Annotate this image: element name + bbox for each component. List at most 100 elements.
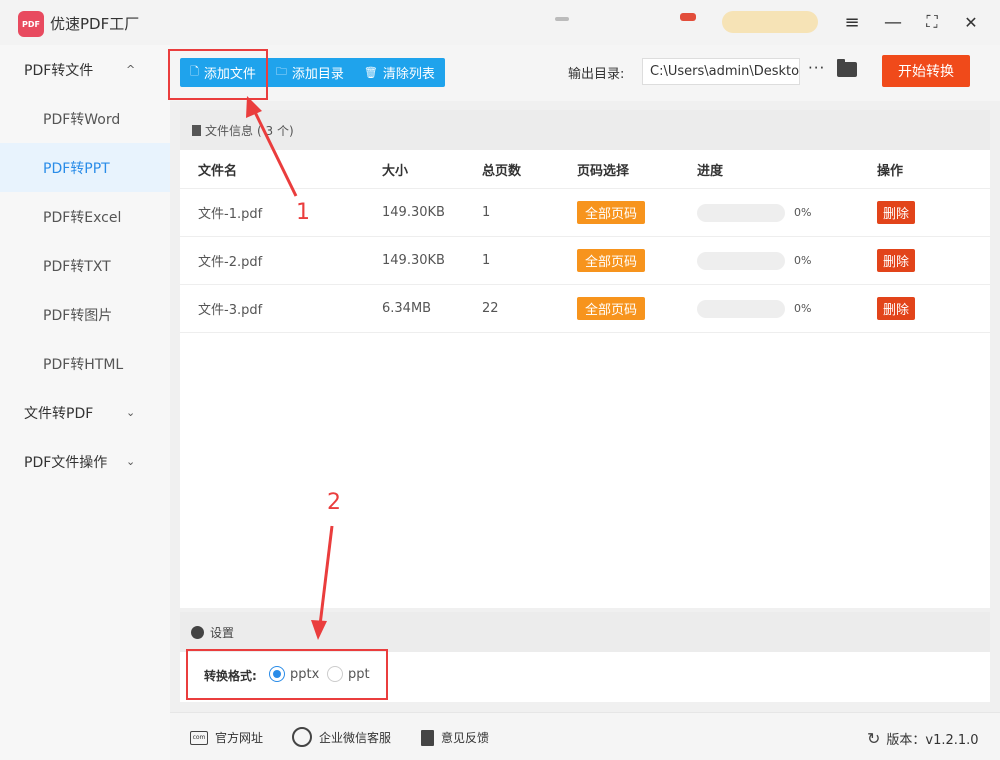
sidebar-group-file-to-pdf[interactable]: 文件转PDF ⌄ [0,388,170,437]
file-pages: 1 [482,205,491,220]
sidebar-item-pdf-to-txt[interactable]: PDF转TXT [0,241,170,290]
feedback-label: 意见反馈 [441,731,490,745]
start-convert-button[interactable]: 开始转换 [882,55,970,87]
file-list-panel: 文件信息 ( 3 个) 文件名 大小 总页数 页码选择 进度 操作 文件-1.p… [180,110,990,608]
sidebar-item-label: PDF转TXT [43,258,111,275]
progress-percent: 0% [794,302,812,315]
sidebar-group-label: 文件转PDF [24,405,94,422]
blurred-badge [680,13,696,21]
title-bar: PDF 优速PDF工厂 ≡ — ⛶ ✕ [0,0,1000,45]
toolbar: 🗋 添加文件 🗀 添加目录 🗑 清除列表 输出目录: C:\Users\admi… [170,45,1000,101]
page-select-button[interactable]: 全部页码 [577,201,646,224]
page-select-button[interactable]: 全部页码 [577,297,646,320]
file-pages: 22 [482,301,499,316]
website-link[interactable]: com 官方网址 [190,729,263,746]
delete-button[interactable]: 删除 [877,297,916,320]
trash-icon: 🗑 [363,66,378,79]
settings-bar: 设置 [180,612,990,652]
file-name: 文件-3.pdf [198,303,263,318]
sidebar-group-pdf-operations[interactable]: PDF文件操作 ⌄ [0,437,170,486]
page-select-button[interactable]: 全部页码 [577,249,646,272]
col-header-name: 文件名 [198,163,238,179]
col-header-page-select: 页码选择 [577,163,630,179]
version-info: ↻ 版本：v1.2.1.0 [867,729,979,748]
sidebar-group-label: PDF转文件 [24,62,94,79]
delete-button[interactable]: 删除 [877,249,916,272]
blurred-user-pill[interactable] [722,11,818,33]
maximize-icon[interactable]: ⛶ [920,10,944,34]
sidebar-group-pdf-to-file[interactable]: PDF转文件 ^ [0,45,170,94]
app-logo-icon: PDF [18,11,44,37]
chevron-down-icon: ⌄ [126,406,136,419]
wechat-icon [292,727,312,747]
open-folder-icon[interactable] [837,59,857,77]
page-select-cell: 全部页码 [577,285,646,332]
page-select-cell: 全部页码 [577,237,646,284]
sidebar-item-label: PDF转PPT [43,160,110,177]
clear-list-label: 清除列表 [382,67,435,82]
website-icon: com [190,730,208,745]
gear-icon [191,625,204,639]
annotation-box-step2 [186,649,388,700]
document-icon [192,124,201,136]
file-name: 文件-1.pdf [198,207,263,222]
settings-title: 设置 [210,625,235,640]
sidebar-item-label: PDF转Excel [43,209,122,226]
file-info-label: 文件信息 [205,123,254,138]
sidebar-item-label: PDF转图片 [43,307,113,324]
annotation-number-1: 1 [296,200,310,225]
file-size: 6.34MB [382,301,432,316]
sidebar-item-pdf-to-image[interactable]: PDF转图片 [0,290,170,339]
progress-bar [697,252,785,270]
chevron-up-icon: ^ [126,63,136,76]
col-header-action: 操作 [877,163,904,179]
delete-button[interactable]: 删除 [877,201,916,224]
refresh-icon[interactable]: ↻ [867,729,880,748]
feedback-icon [421,729,434,746]
progress-percent: 0% [794,254,812,267]
sidebar-item-pdf-to-ppt[interactable]: PDF转PPT [0,143,170,192]
progress-bar [697,300,785,318]
minimize-icon[interactable]: — [881,10,905,34]
folder-outline-icon: 🗀 [275,65,287,78]
chevron-down-icon: ⌄ [126,455,136,468]
col-header-pages: 总页数 [482,163,522,179]
file-size: 149.30KB [382,205,445,220]
sidebar-item-pdf-to-excel[interactable]: PDF转Excel [0,192,170,241]
file-count: ( 3 个) [257,123,294,138]
file-info-bar: 文件信息 ( 3 个) [180,110,990,150]
version-label: 版本：v1.2.1.0 [886,733,979,748]
progress-bar [697,204,785,222]
app-title: 优速PDF工厂 [50,15,140,33]
clear-list-button[interactable]: 🗑 清除列表 [354,58,445,87]
feedback-link[interactable]: 意见反馈 [421,729,489,746]
wechat-support-link[interactable]: 企业微信客服 [292,727,391,747]
col-header-progress: 进度 [697,163,724,179]
website-label: 官方网址 [215,731,264,745]
page-select-cell: 全部页码 [577,189,646,236]
add-folder-label: 添加目录 [291,67,344,82]
file-pages: 1 [482,253,491,268]
more-options-button[interactable]: ··· [808,59,825,77]
file-name: 文件-2.pdf [198,255,263,270]
close-icon[interactable]: ✕ [959,10,983,34]
table-row: 文件-3.pdf 6.34MB 22 全部页码 0% 删除 [180,285,990,333]
sidebar-item-label: PDF转HTML [43,356,124,373]
annotation-number-2: 2 [327,490,341,515]
progress-percent: 0% [794,206,812,219]
sidebar-item-pdf-to-html[interactable]: PDF转HTML [0,339,170,388]
table-row: 文件-2.pdf 149.30KB 1 全部页码 0% 删除 [180,237,990,285]
annotation-box-step1 [168,49,268,100]
sidebar: PDF转文件 ^ PDF转Word PDF转PPT PDF转Excel PDF转… [0,45,170,760]
menu-icon[interactable]: ≡ [840,10,864,34]
wechat-label: 企业微信客服 [319,730,392,745]
col-header-size: 大小 [382,163,409,179]
file-size: 149.30KB [382,253,445,268]
sidebar-item-pdf-to-word[interactable]: PDF转Word [0,94,170,143]
blurred-element [555,17,569,21]
sidebar-item-label: PDF转Word [43,111,121,128]
output-dir-label: 输出目录: [568,67,625,82]
add-folder-button[interactable]: 🗀 添加目录 [266,58,354,87]
output-dir-field[interactable]: C:\Users\admin\Deskto [642,58,800,85]
footer: com 官方网址 企业微信客服 意见反馈 ↻ 版本：v1.2.1.0 [170,712,1000,760]
